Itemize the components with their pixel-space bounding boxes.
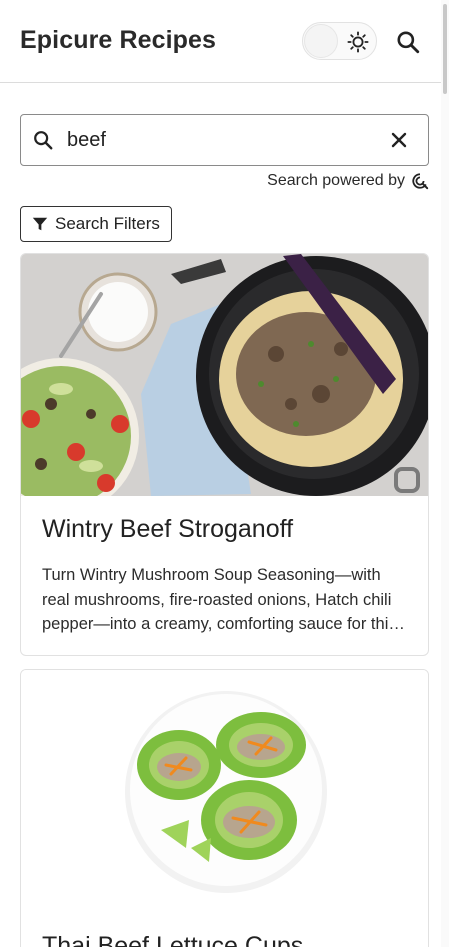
search-filters-label: Search Filters bbox=[55, 214, 160, 233]
close-icon[interactable] bbox=[389, 130, 409, 150]
powered-by-text: Search powered by bbox=[267, 172, 405, 189]
recipe-image[interactable] bbox=[21, 670, 428, 920]
recipe-description: Turn Wintry Mushroom Soup Seasoning—with… bbox=[42, 566, 397, 633]
recipe-card[interactable]: Thai Beef Lettuce Cups bbox=[20, 669, 429, 947]
recipe-card[interactable]: Wintry Beef Stroganoff Turn Wintry Mushr… bbox=[20, 253, 429, 656]
recipe-title[interactable]: Thai Beef Lettuce Cups bbox=[42, 932, 303, 947]
search-input[interactable] bbox=[67, 123, 377, 157]
sun-icon bbox=[347, 31, 369, 53]
filter-icon bbox=[32, 217, 48, 231]
search-filters-button[interactable]: Search Filters bbox=[20, 206, 172, 242]
recipe-title[interactable]: Wintry Beef Stroganoff bbox=[42, 515, 293, 544]
toggle-knob[interactable] bbox=[304, 24, 338, 58]
theme-toggle[interactable] bbox=[302, 22, 377, 60]
recipe-image[interactable] bbox=[21, 254, 428, 496]
app-title: Epicure Recipes bbox=[20, 26, 217, 54]
search-icon[interactable] bbox=[395, 29, 421, 55]
app-header: Epicure Recipes bbox=[0, 0, 441, 83]
scrollbar-thumb[interactable] bbox=[443, 4, 447, 94]
search-provider-logo bbox=[412, 173, 429, 190]
search-box[interactable] bbox=[20, 114, 429, 166]
scrollbar-track[interactable] bbox=[441, 0, 449, 947]
search-attribution: Search powered by bbox=[267, 172, 429, 190]
search-icon bbox=[34, 131, 53, 150]
